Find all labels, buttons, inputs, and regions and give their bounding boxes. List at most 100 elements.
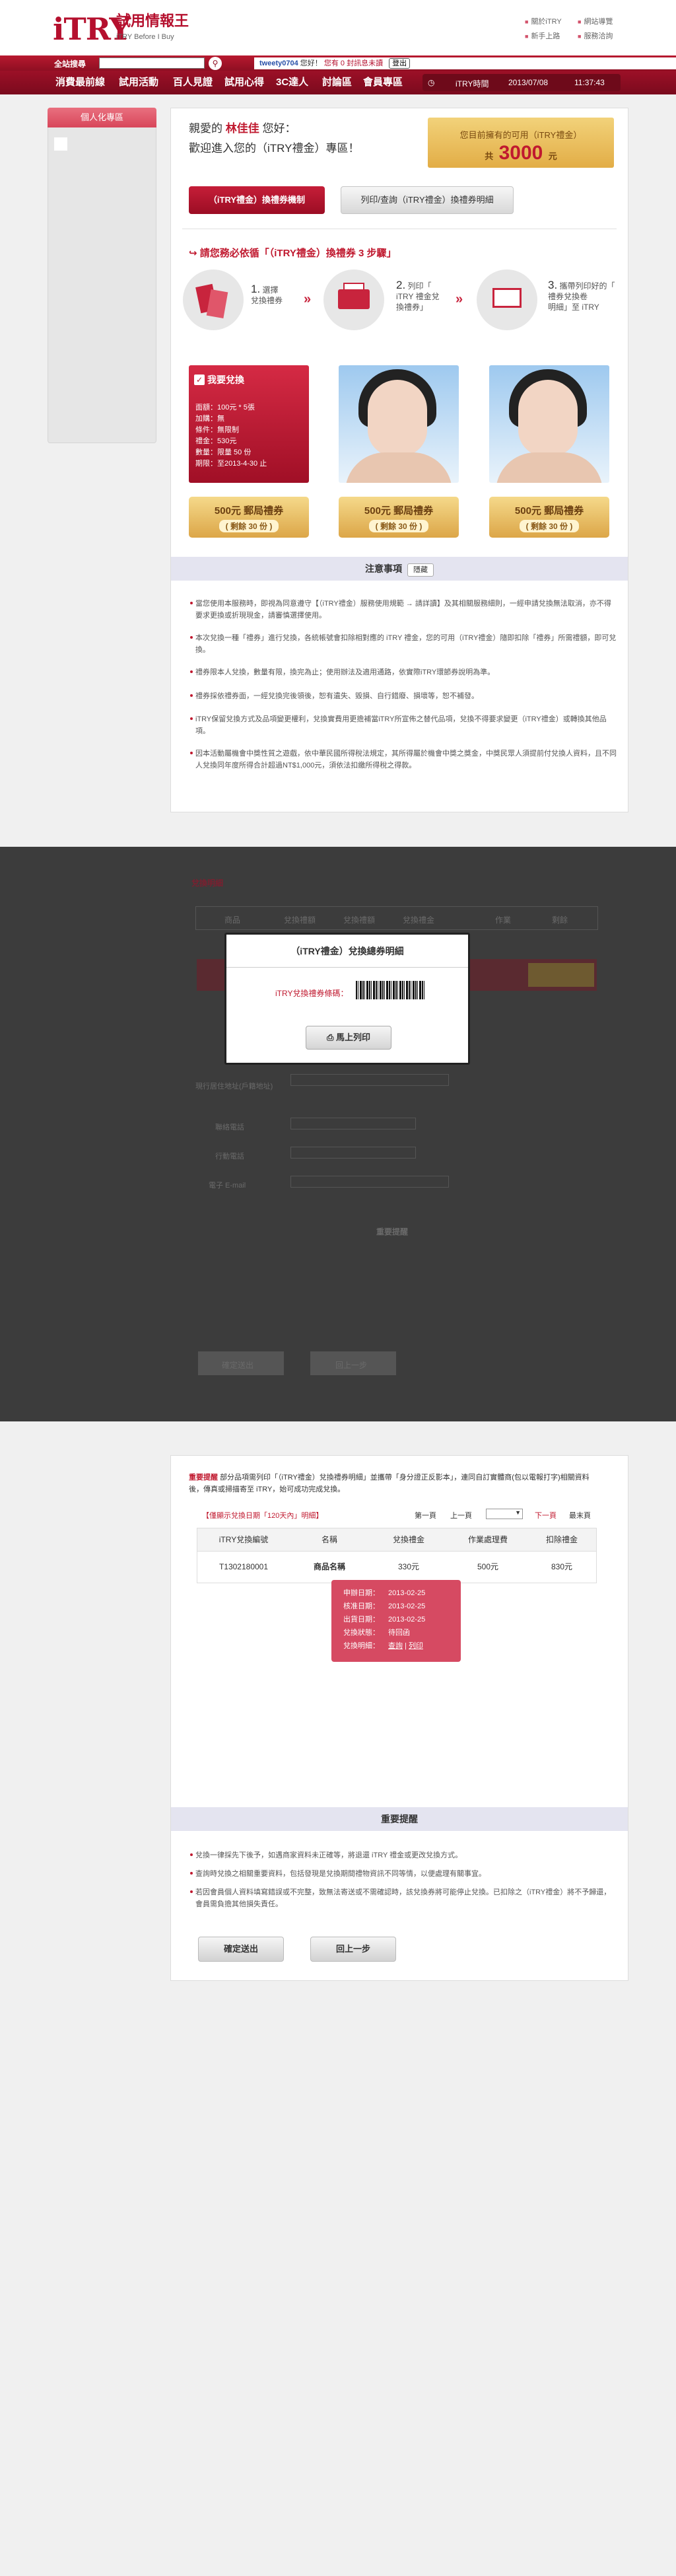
sidebar-item-icon[interactable]	[54, 137, 67, 151]
envelope-icon	[492, 288, 522, 308]
info-line: 期限：至2013-4-30 止	[195, 460, 267, 468]
notice-title: 重要提醒	[381, 1814, 418, 1824]
popup-value: 2013-02-25	[388, 1616, 426, 1624]
model-shoulder	[345, 452, 452, 483]
ticket-remaining: ( 剩餘 30 份 )	[219, 520, 279, 532]
ghost-field: 行動電話	[215, 1153, 244, 1161]
info-line: 條件：無限制	[195, 426, 239, 434]
tab-print[interactable]: 列印/查詢（iTRY禮金）換禮券明細	[341, 186, 514, 214]
table-header: iTRY兌換編號 名稱 兌換禮金 作業處理費 扣除禮金	[197, 1528, 597, 1552]
ghost-col: 兌換禮額	[343, 915, 376, 925]
contact-link[interactable]: ■ 服務洽詢	[578, 30, 613, 41]
print-button[interactable]: ⎙ 馬上列印	[306, 1026, 391, 1050]
next-page-link[interactable]: 下一頁	[535, 1510, 557, 1521]
steps-title: ↪ 請您務必依循「（iTRY禮金）換禮券 3 步驟」	[189, 248, 397, 259]
chevron-right-icon: »	[456, 292, 463, 306]
clock-date: 2013/07/08	[508, 78, 549, 87]
ghost-col: 商品	[224, 915, 241, 925]
sitemap-link[interactable]: ■ 網站導覽	[578, 16, 613, 26]
popup-actions: 查詢 | 列印	[388, 1641, 423, 1651]
bullet-icon: ■	[578, 33, 582, 40]
popup-value: 2013-02-25	[388, 1589, 426, 1597]
model-shoulder	[496, 452, 603, 483]
printer-icon	[338, 289, 370, 309]
notice-item: 禮券限本人兌換，數量有限，換完為止；使用辦法及適用通路，依實際iTRY環節券說明…	[190, 666, 618, 678]
sidebar	[48, 108, 156, 443]
tab-rules[interactable]: （iTRY禮金）換禮券機制	[189, 186, 325, 214]
welcome-prefix: 親愛的	[189, 122, 222, 135]
nav-item-member[interactable]: 會員專區	[363, 75, 403, 89]
step2-text: 2. 列印「 iTRY 禮金兌 換禮券」	[396, 279, 440, 312]
exchange-header: 我要兌換	[207, 375, 244, 385]
popup-label: 申辦日期：	[343, 1589, 380, 1597]
collapse-button[interactable]: 隱藏	[407, 563, 434, 577]
notice-item: 若因會員個人資料填寫錯誤或不完整，致無法寄送或不需確認時，該兌換券將可能停止兌換…	[190, 1886, 618, 1910]
points-label: 您目前擁有的可用（iTRY禮金）	[459, 130, 582, 140]
newbie-link[interactable]: ■ 新手上路	[525, 30, 560, 41]
ghost-notice-title: 重要提醒	[376, 1227, 409, 1236]
greeting: 您好！	[300, 59, 322, 67]
notice-title: 注意事項	[365, 563, 402, 574]
nav-item-trial[interactable]: 試用活動	[119, 75, 158, 89]
ghost-field: 電子 E-mail	[209, 1182, 246, 1190]
nav-item-forum[interactable]: 討論區	[322, 75, 352, 89]
print-link[interactable]: 列印	[409, 1642, 423, 1650]
query-link[interactable]: 查詢	[388, 1642, 403, 1650]
ticket-title: 500元 郵局禮券	[214, 505, 284, 517]
logout-button[interactable]: 登出	[389, 58, 411, 69]
site-logo[interactable]: iTRY	[53, 11, 131, 48]
cell-fee: 500元	[477, 1562, 499, 1571]
popup-label: 兌換狀態：	[343, 1629, 380, 1637]
model-face	[368, 380, 427, 456]
ghost-field: 聯絡電話	[215, 1124, 244, 1131]
col-header: 扣除禮金	[545, 1535, 578, 1544]
voucher-info: 面額：100元 * 5張 加購：無 條件：無限制 禮金：530元 數量：限量 5…	[195, 402, 302, 470]
about-link[interactable]: ■ 關於iTRY	[525, 16, 562, 26]
notice-item: 因本活動屬機會中獎性質之遊戲，依中華民國所得稅法規定，其所得屬於機會中獎之獎金，…	[190, 748, 618, 771]
search-icon[interactable]: ⚲	[209, 57, 222, 70]
points-prefix: 共	[485, 151, 494, 161]
voucher-ticket[interactable]: 500元 郵局禮券 ( 剩餘 30 份 )	[489, 497, 609, 538]
col-header: 作業處理費	[467, 1535, 508, 1544]
points-value: 3000	[498, 142, 543, 164]
ticket-title: 500元 郵局禮券	[364, 505, 434, 517]
confirm-button[interactable]: 確定送出	[198, 1937, 284, 1962]
voucher-ticket[interactable]: 500元 郵局禮券 ( 剩餘 30 份 )	[339, 497, 459, 538]
voucher-card-selected[interactable]: ✓ 我要兌換 面額：100元 * 5張 加購：無 條件：無限制 禮金：530元 …	[189, 365, 309, 483]
chevron-down-icon: ▼	[515, 1509, 521, 1516]
ticket-title: 500元 郵局禮券	[514, 505, 584, 517]
message-link[interactable]: 您有 0 封訊息未讀	[324, 59, 383, 67]
page-select[interactable]: ▼	[486, 1509, 523, 1519]
cell-name: 商品名稱	[313, 1562, 345, 1571]
voucher-card-photo[interactable]	[489, 365, 609, 483]
nav-item-consumer[interactable]: 消費最前線	[55, 75, 105, 89]
sidebar-title: 個人化專區	[48, 108, 156, 127]
ticket-remaining: ( 剩餘 30 份 )	[368, 520, 429, 532]
barcode-label: iTRY兌換禮券條碼：	[275, 989, 349, 998]
popup-label: 兌換明細：	[343, 1642, 380, 1650]
notice-item: 兌換一律採先下後予，如遇商家資料未正確等，將退還 iTRY 禮金或更改兌換方式。	[190, 1849, 618, 1861]
cell-deduct: 830元	[551, 1562, 573, 1571]
back-button[interactable]: 回上一步	[310, 1937, 396, 1962]
prev-page-link[interactable]: 上一頁	[450, 1510, 472, 1521]
welcome-line2: 歡迎進入您的（iTRY禮金）專區！	[189, 142, 360, 155]
info-line: 加購：無	[195, 415, 224, 423]
voucher-ticket[interactable]: 500元 郵局禮券 ( 剩餘 30 份 )	[189, 497, 309, 538]
popup-label: 核准日期：	[343, 1602, 380, 1610]
bullet-icon: ■	[578, 18, 582, 25]
last-page-link[interactable]: 最末頁	[569, 1510, 591, 1521]
welcome-message: 親愛的 林佳佳 您好： 歡迎進入您的（iTRY禮金）專區！	[189, 119, 359, 159]
nav-item-3c[interactable]: 3C達人	[276, 75, 308, 89]
first-page-link[interactable]: 第一頁	[415, 1510, 436, 1521]
ghost-confirm-label: 確定送出	[222, 1361, 254, 1370]
ghost-field: 現行居住地址(戶籍地址)	[195, 1083, 273, 1091]
clock-label: iTRY時間	[456, 79, 489, 89]
popup-value: 待回函	[388, 1629, 410, 1637]
table-row[interactable]: T1302180001 商品名稱 330元 500元 830元	[197, 1552, 597, 1583]
barcode-modal: （iTRY禮金）兌換總券明細 iTRY兌換禮券條碼： ⎙ 馬上列印	[224, 933, 470, 1065]
voucher-card-photo[interactable]	[339, 365, 459, 483]
search-input[interactable]	[99, 57, 205, 69]
nav-item-witness[interactable]: 百人見證	[173, 75, 213, 89]
nav-item-review[interactable]: 試用心得	[224, 75, 264, 89]
ghost-col: 兌換禮額	[284, 915, 316, 925]
